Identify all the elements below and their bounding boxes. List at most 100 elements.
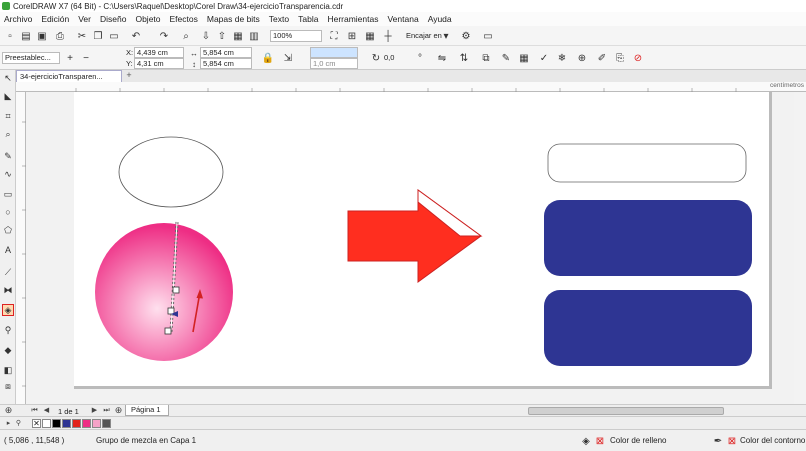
menu-objeto[interactable]: Objeto bbox=[135, 14, 160, 24]
menu-texto[interactable]: Texto bbox=[269, 14, 289, 24]
gradient-sphere[interactable] bbox=[95, 223, 233, 361]
import-icon[interactable]: ⇩ bbox=[200, 30, 212, 42]
remove-preset-icon[interactable]: − bbox=[80, 52, 92, 64]
outline-rounded-bar[interactable] bbox=[547, 143, 747, 183]
y-position-field[interactable]: 4,31 cm bbox=[134, 58, 184, 69]
blue-rounded-bar-top[interactable] bbox=[544, 200, 752, 276]
offset-icon[interactable]: ⇲ bbox=[282, 52, 294, 64]
publish-pdf-icon[interactable]: ▦ bbox=[232, 30, 244, 42]
add-preset-icon[interactable]: + bbox=[64, 52, 76, 64]
cut-icon[interactable]: ✂ bbox=[76, 30, 88, 42]
new-document-icon[interactable]: ▫ bbox=[4, 30, 16, 42]
width-field[interactable]: 5,854 cm bbox=[200, 47, 252, 58]
copy-properties-icon[interactable]: ⎘ bbox=[614, 52, 626, 64]
add-page-end-icon[interactable]: ⊕ bbox=[114, 406, 123, 415]
no-color-swatch[interactable]: ✕ bbox=[32, 419, 41, 428]
menu-ayuda[interactable]: Ayuda bbox=[428, 14, 452, 24]
add-page-icon[interactable]: ⊕ bbox=[4, 406, 13, 415]
zoom-level-field[interactable]: 100% bbox=[270, 30, 322, 42]
copy-icon[interactable]: ❐ bbox=[92, 30, 104, 42]
search-content-icon[interactable]: ⌕ bbox=[180, 30, 192, 42]
edit-transparency-icon[interactable]: ✎ bbox=[500, 52, 512, 64]
print-icon[interactable]: ⎙ bbox=[54, 30, 66, 42]
paste-icon[interactable]: ▭ bbox=[108, 30, 120, 42]
menu-mapas-de-bits[interactable]: Mapas de bits bbox=[207, 14, 260, 24]
crop-tool-icon[interactable]: ⌗ bbox=[2, 110, 14, 122]
offset-field[interactable] bbox=[310, 47, 358, 58]
open-icon[interactable]: ▤ bbox=[20, 30, 32, 42]
outline-width-field[interactable]: 1,0 cm bbox=[310, 58, 358, 69]
palette-swatch[interactable] bbox=[42, 419, 51, 428]
document-tab[interactable]: 34-ejercicioTransparen... bbox=[16, 70, 122, 82]
zoom-tool-icon[interactable]: ⌕ bbox=[2, 128, 14, 140]
connector-tool-icon[interactable]: ⟋ bbox=[2, 266, 14, 278]
vertical-scrollbar[interactable] bbox=[794, 92, 806, 404]
pick-tool-icon[interactable]: ↖ bbox=[2, 72, 14, 84]
no-outline-icon[interactable]: ⊠ bbox=[726, 435, 738, 447]
blue-rounded-bar-bottom[interactable] bbox=[544, 290, 752, 366]
first-page-icon[interactable]: ⏮ bbox=[30, 406, 39, 415]
full-screen-icon[interactable]: ⛶ bbox=[328, 30, 340, 42]
height-field[interactable]: 5,854 cm bbox=[200, 58, 252, 69]
clear-transparency-icon[interactable]: ⊘ bbox=[632, 52, 644, 64]
drawing-page[interactable] bbox=[74, 92, 772, 389]
vertical-ruler[interactable] bbox=[16, 92, 26, 404]
drawing-canvas[interactable] bbox=[26, 92, 794, 404]
text-tool-icon[interactable]: A bbox=[2, 244, 14, 256]
artistic-media-icon[interactable]: ∿ bbox=[2, 168, 14, 180]
menu-herramientas[interactable]: Herramientas bbox=[327, 14, 378, 24]
preset-dropdown[interactable]: Preestablec... bbox=[2, 52, 60, 64]
ellipse-tool-icon[interactable]: ○ bbox=[2, 206, 14, 218]
eyedropper-tool-icon[interactable]: ⚲ bbox=[2, 324, 14, 336]
palette-swatch[interactable] bbox=[62, 419, 71, 428]
menu-ver[interactable]: Ver bbox=[78, 14, 91, 24]
chevron-down-icon[interactable]: ▾ bbox=[440, 30, 452, 42]
menu-tabla[interactable]: Tabla bbox=[298, 14, 318, 24]
blend-tool-icon[interactable]: ⧓ bbox=[2, 284, 14, 296]
horizontal-ruler[interactable]: centímetros bbox=[16, 82, 806, 92]
show-guidelines-icon[interactable]: ┼ bbox=[382, 30, 394, 42]
show-rulers-icon[interactable]: ⊞ bbox=[346, 30, 358, 42]
previous-page-icon[interactable]: ◀ bbox=[42, 406, 51, 415]
outline-ellipse[interactable] bbox=[118, 136, 224, 208]
menu-diseno[interactable]: Diseño bbox=[100, 14, 126, 24]
next-page-icon[interactable]: ▶ bbox=[90, 406, 99, 415]
copy-transparency-icon[interactable]: ⧉ bbox=[480, 52, 492, 64]
x-position-field[interactable]: 4,439 cm bbox=[134, 47, 184, 58]
freehand-tool-icon[interactable]: ✎ bbox=[2, 150, 14, 162]
edit-icon[interactable]: ✐ bbox=[596, 52, 608, 64]
palette-options-icon[interactable]: ▸ bbox=[4, 419, 13, 428]
menu-efectos[interactable]: Efectos bbox=[170, 14, 198, 24]
mirror-vertical-icon[interactable]: ⇅ bbox=[458, 52, 470, 64]
menu-archivo[interactable]: Archivo bbox=[4, 14, 32, 24]
freeze-icon[interactable]: ❄ bbox=[556, 52, 568, 64]
export-icon[interactable]: ⇧ bbox=[216, 30, 228, 42]
new-tab-icon[interactable]: + bbox=[124, 71, 134, 81]
polygon-tool-icon[interactable]: ⬠ bbox=[2, 224, 14, 236]
smart-fill-icon[interactable]: ◧ bbox=[2, 364, 14, 376]
page-tab[interactable]: Página 1 bbox=[125, 405, 169, 416]
outline-tool-icon[interactable]: ⧈ bbox=[2, 380, 14, 392]
palette-swatch[interactable] bbox=[82, 419, 91, 428]
angle-field[interactable]: 0,0 bbox=[384, 53, 394, 62]
interactive-fill-icon[interactable]: ◆ bbox=[2, 344, 14, 356]
merge-icon[interactable]: ⊕ bbox=[576, 52, 588, 64]
quick-customize-icon[interactable]: ▭ bbox=[482, 30, 494, 42]
palette-swatch[interactable] bbox=[92, 419, 101, 428]
shape-tool-icon[interactable]: ◣ bbox=[2, 90, 14, 102]
menu-edicion[interactable]: Edición bbox=[41, 14, 69, 24]
redo-icon[interactable]: ↷ bbox=[158, 30, 170, 42]
palette-swatch[interactable] bbox=[102, 419, 111, 428]
no-fill-icon[interactable]: ⊠ bbox=[594, 435, 606, 447]
show-grid-icon[interactable]: ▦ bbox=[364, 30, 376, 42]
palette-swatch[interactable] bbox=[72, 419, 81, 428]
transparency-type-icon[interactable]: ▦ bbox=[518, 52, 530, 64]
rectangle-tool-icon[interactable]: ▭ bbox=[2, 188, 14, 200]
snap-to-dropdown[interactable]: Encajar en bbox=[406, 31, 442, 40]
application-launcher-icon[interactable]: ▥ bbox=[248, 30, 260, 42]
undo-icon[interactable]: ↶ bbox=[130, 30, 142, 42]
lock-ratio-icon[interactable]: 🔒 bbox=[262, 52, 274, 64]
options-icon[interactable]: ⚙ bbox=[460, 30, 472, 42]
menu-ventana[interactable]: Ventana bbox=[387, 14, 418, 24]
mirror-horizontal-icon[interactable]: ⇋ bbox=[436, 52, 448, 64]
